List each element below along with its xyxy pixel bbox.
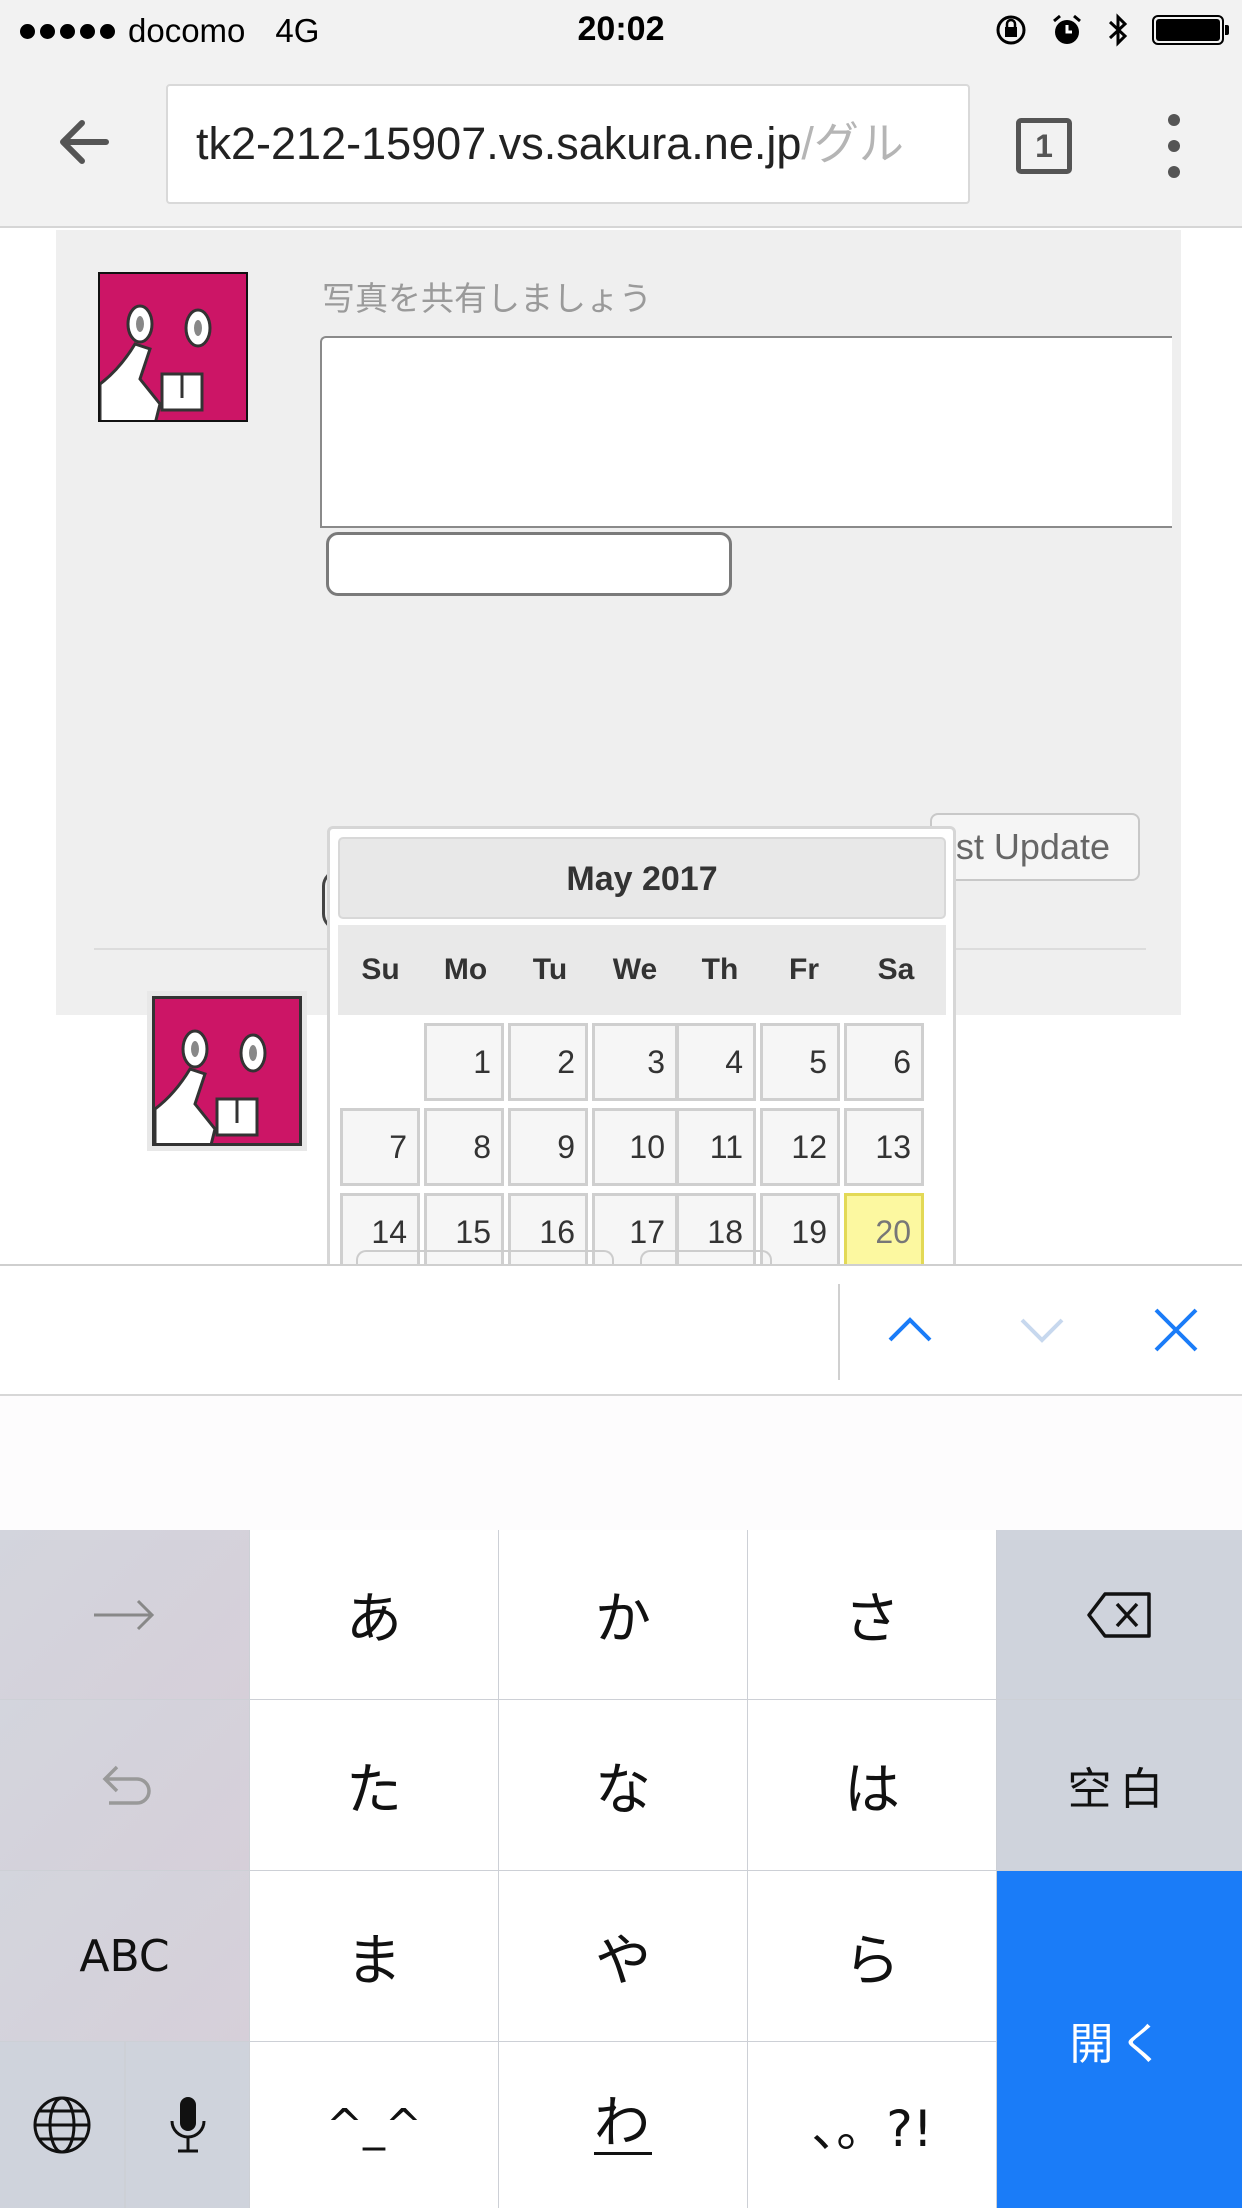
backspace-icon <box>1086 1591 1151 1638</box>
weekday-header: Tu <box>508 925 592 1015</box>
calendar-day[interactable]: 6 <box>844 1023 924 1101</box>
microphone-icon <box>170 2097 205 2153</box>
tabs-icon[interactable]: 1 <box>1016 118 1072 174</box>
date-input[interactable] <box>326 532 732 596</box>
space-key[interactable]: 空白 <box>997 1700 1242 1870</box>
key-ra[interactable]: ら <box>748 1871 996 2041</box>
calendar-day[interactable]: 9 <box>508 1108 588 1186</box>
rotation-lock-icon <box>996 15 1026 45</box>
weekday-header: Th <box>678 925 762 1015</box>
right-arrow-icon <box>93 1599 154 1630</box>
url-host: tk2-212-15907.vs.sakura.ne.jp <box>196 118 802 169</box>
post-textarea[interactable] <box>320 336 1172 528</box>
key-sa[interactable]: さ <box>748 1530 996 1699</box>
calendar-day[interactable]: 8 <box>424 1108 504 1186</box>
alarm-icon <box>1053 14 1081 44</box>
weekday-header: Su <box>338 925 423 1015</box>
calendar-day[interactable]: 11 <box>676 1108 756 1186</box>
address-bar[interactable]: tk2-212-15907.vs.sakura.ne.jp/グル <box>166 84 970 204</box>
weekday-header: Fr <box>762 925 846 1015</box>
calendar-day[interactable]: 7 <box>340 1108 420 1186</box>
calendar-day[interactable]: 1 <box>424 1023 504 1101</box>
emoticon-key[interactable]: ^_^ <box>250 2042 498 2208</box>
japanese-kana-keyboard: あ か さ た な は 空白 ABC ま や ら 開く ^_^ わ 、。?! <box>0 1530 1242 2208</box>
keyboard-suggestion-bar <box>0 1396 1242 1530</box>
url-path: /グル <box>801 118 904 169</box>
more-menu-icon[interactable] <box>1166 114 1182 178</box>
datepicker: May 2017 Su Mo Tu We Th Fr Sa 1 2 3 4 5 6 7 8 9 10 11 12 13… <box>327 826 956 1265</box>
dictation-key[interactable] <box>126 2042 249 2208</box>
delete-key[interactable] <box>997 1530 1242 1699</box>
datepicker-month-title: May 2017 <box>338 837 946 919</box>
key-ka[interactable]: か <box>499 1530 747 1699</box>
weekday-header: Sa <box>846 925 946 1015</box>
globe-key[interactable] <box>0 2042 124 2208</box>
undo-key[interactable] <box>0 1700 249 1870</box>
web-page: 写真を共有しましょう st Update May 2017 Su Mo Tu We Th… <box>0 230 1242 1265</box>
weekday-header: Mo <box>423 925 508 1015</box>
avatar-face-icon <box>155 999 299 1143</box>
key-ya[interactable]: や <box>499 1871 747 2041</box>
key-a[interactable]: あ <box>250 1530 498 1699</box>
key-na[interactable]: な <box>499 1700 747 1870</box>
status-icons <box>994 12 1229 48</box>
return-key[interactable]: 開く <box>997 1871 1242 2208</box>
calendar-day[interactable]: 5 <box>760 1023 840 1101</box>
find-in-page-bar <box>0 1264 1242 1396</box>
calendar-day[interactable]: 2 <box>508 1023 588 1101</box>
post-update-button[interactable]: st Update <box>930 813 1140 881</box>
undo-icon <box>102 1765 151 1805</box>
avatar <box>152 996 302 1146</box>
next-candidate-key[interactable] <box>0 1530 249 1699</box>
key-ma[interactable]: ま <box>250 1871 498 2041</box>
punctuation-key[interactable]: 、。?! <box>748 2042 996 2208</box>
back-arrow-icon[interactable] <box>54 112 114 172</box>
calendar-day-today[interactable]: 20 <box>844 1193 924 1265</box>
globe-icon <box>33 2096 91 2154</box>
calendar-day[interactable]: 10 <box>592 1108 678 1186</box>
chevron-down-icon[interactable] <box>1008 1296 1076 1364</box>
avatar-face-icon <box>100 274 246 420</box>
bluetooth-icon <box>1108 13 1128 47</box>
calendar-day[interactable]: 13 <box>844 1108 924 1186</box>
share-photo-prompt: 写真を共有しましょう <box>322 280 652 317</box>
status-bar: docomo 4G 20:02 <box>0 0 1242 62</box>
weekday-header: We <box>592 925 678 1015</box>
calendar-day[interactable]: 3 <box>592 1023 678 1101</box>
key-wa[interactable]: わ <box>499 2042 747 2208</box>
close-icon[interactable] <box>1142 1296 1210 1364</box>
battery-icon <box>1152 15 1229 45</box>
abc-mode-key[interactable]: ABC <box>0 1871 249 2041</box>
calendar-day[interactable]: 19 <box>760 1193 840 1265</box>
key-ta[interactable]: た <box>250 1700 498 1870</box>
key-ha[interactable]: は <box>748 1700 996 1870</box>
calendar-day[interactable]: 12 <box>760 1108 840 1186</box>
divider <box>838 1284 840 1380</box>
avatar <box>98 272 248 422</box>
chevron-up-icon[interactable] <box>876 1296 944 1364</box>
calendar-day[interactable]: 4 <box>676 1023 756 1101</box>
